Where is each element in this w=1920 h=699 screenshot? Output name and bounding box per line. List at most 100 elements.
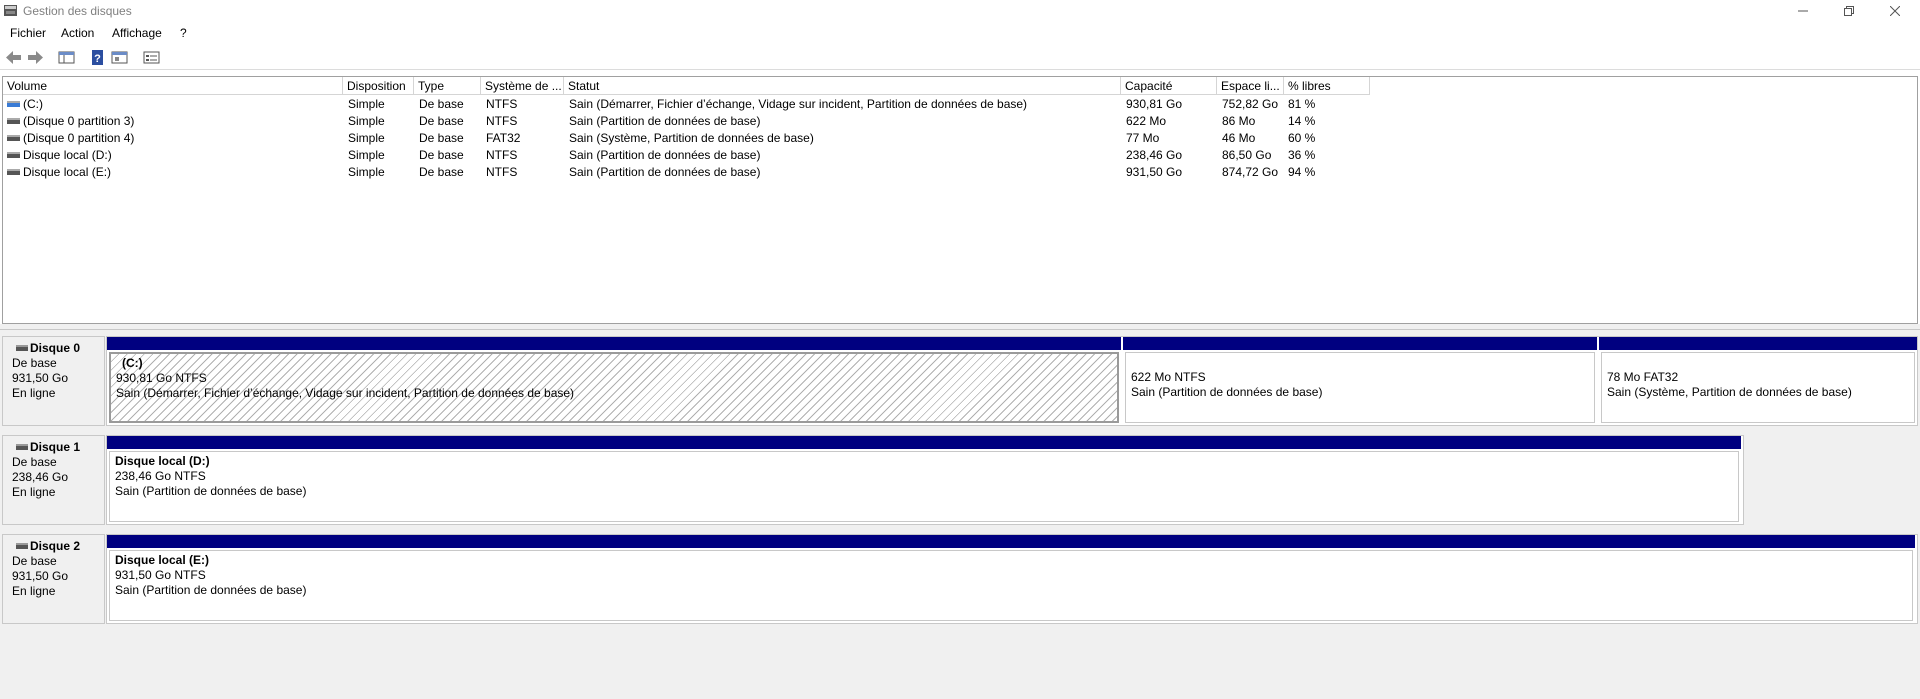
partition-disk0-3[interactable]: 622 Mo NTFS Sain (Partition de données d… <box>1123 337 1597 425</box>
cell-status: Sain (Partition de données de base) <box>569 148 761 162</box>
table-row[interactable]: Disque local (D:) Simple De base NTFS Sain (… <box>3 147 1383 164</box>
cell-volume: (Disque 0 partition 4) <box>23 131 135 145</box>
cell-fs: NTFS <box>486 114 518 128</box>
cell-status: Sain (Système, Partition de données de b… <box>569 131 814 145</box>
cell-pct: 60 % <box>1288 131 1316 145</box>
cell-free: 874,72 Go <box>1222 165 1279 179</box>
partition-bar <box>107 535 1915 548</box>
cell-volume: Disque local (E:) <box>23 165 112 179</box>
disk-0-label[interactable]: Disque 0 De base 931,50 Go En ligne <box>2 336 105 426</box>
volume-icon <box>7 169 20 175</box>
back-arrow-icon[interactable] <box>5 50 22 65</box>
column-header-percent-free[interactable]: % libres <box>1284 77 1370 95</box>
cell-disposition: Simple <box>348 114 385 128</box>
cell-type: De base <box>419 97 464 111</box>
cell-fs: NTFS <box>486 97 518 111</box>
cell-capacity: 238,46 Go <box>1126 148 1183 162</box>
disk-2-partitions: Disque local (E:) 931,50 Go NTFS Sain (P… <box>106 534 1918 624</box>
column-header-filesystem[interactable]: Système de ... <box>481 77 564 95</box>
cell-disposition: Simple <box>348 97 385 111</box>
cell-free: 46 Mo <box>1222 131 1256 145</box>
cell-type: De base <box>419 114 464 128</box>
partition-bar <box>1123 337 1597 350</box>
column-header-type[interactable]: Type <box>414 77 481 95</box>
disk-2-type: De base <box>12 554 57 568</box>
disk-1-name: Disque 1 <box>30 440 81 454</box>
menu-affichage[interactable]: Affichage <box>112 26 162 40</box>
partition-e[interactable]: Disque local (E:) 931,50 Go NTFS Sain (P… <box>107 535 1915 623</box>
cell-volume: (Disque 0 partition 3) <box>23 114 135 128</box>
restore-button[interactable] <box>1826 0 1872 22</box>
cell-capacity: 930,81 Go <box>1126 97 1183 111</box>
disk-2-label[interactable]: Disque 2 De base 931,50 Go En ligne <box>2 534 105 624</box>
column-header-disposition[interactable]: Disposition <box>343 77 414 95</box>
cell-volume: (C:) <box>23 97 43 111</box>
cell-capacity: 931,50 Go <box>1126 165 1183 179</box>
partition-label: Disque local (D:) <box>115 454 210 468</box>
table-row[interactable]: Disque local (E:) Simple De base NTFS Sain (… <box>3 164 1383 181</box>
disk-0-state: En ligne <box>12 386 56 400</box>
window-title: Gestion des disques <box>23 4 132 18</box>
disk-0-size: 931,50 Go <box>12 371 69 385</box>
partition-status: Sain (Démarrer, Fichier d’échange, Vidag… <box>116 386 575 400</box>
disk-0-partitions: (C:) 930,81 Go NTFS Sain (Démarrer, Fich… <box>106 336 1918 426</box>
partition-size: 78 Mo FAT32 <box>1607 370 1679 384</box>
menu-action[interactable]: Action <box>61 26 94 40</box>
settings-list-icon[interactable] <box>143 50 160 65</box>
partition-d[interactable]: Disque local (D:) 238,46 Go NTFS Sain (P… <box>107 436 1741 524</box>
cell-pct: 14 % <box>1288 114 1316 128</box>
cell-type: De base <box>419 165 464 179</box>
menu-fichier[interactable]: Fichier <box>10 26 46 40</box>
column-header-capacity[interactable]: Capacité <box>1121 77 1217 95</box>
disk-2-name: Disque 2 <box>30 539 81 553</box>
cell-capacity: 622 Mo <box>1126 114 1167 128</box>
restore-icon <box>1844 6 1854 16</box>
title-bar: Gestion des disques <box>0 0 1920 22</box>
table-row[interactable]: (C:) Simple De base NTFS Sain (Démarrer, Fic… <box>3 96 1383 113</box>
console-tree-icon[interactable] <box>58 50 75 65</box>
partition-bar <box>107 436 1741 449</box>
disk-2-state: En ligne <box>12 584 56 598</box>
minimize-button[interactable] <box>1780 0 1826 22</box>
menu-help[interactable]: ? <box>180 26 187 40</box>
close-button[interactable] <box>1872 0 1918 22</box>
table-row[interactable]: (Disque 0 partition 3) Simple De base NTFS S… <box>3 113 1383 130</box>
cell-type: De base <box>419 131 464 145</box>
disk-icon <box>16 345 28 351</box>
partition-size: 931,50 Go NTFS <box>115 568 206 582</box>
forward-arrow-icon[interactable] <box>27 50 44 65</box>
volume-icon <box>7 135 20 141</box>
toolbar: ? <box>0 46 1920 70</box>
cell-status: Sain (Partition de données de base) <box>569 114 761 128</box>
menu-bar: Fichier Action Affichage ? <box>0 23 1920 43</box>
volume-icon <box>7 118 20 124</box>
table-row[interactable]: (Disque 0 partition 4) Simple De base FAT32… <box>3 130 1383 147</box>
cell-disposition: Simple <box>348 148 385 162</box>
column-header-free-space[interactable]: Espace li... <box>1217 77 1284 95</box>
partition-bar <box>1599 337 1917 350</box>
properties-view-icon[interactable] <box>111 50 128 65</box>
partition-size: 238,46 Go NTFS <box>115 469 206 483</box>
disk-icon <box>16 543 28 549</box>
partition-status: Sain (Partition de données de base) <box>1131 385 1323 399</box>
partition-d-body: Disque local (D:) 238,46 Go NTFS Sain (P… <box>109 451 1739 522</box>
help-icon[interactable]: ? <box>89 50 106 65</box>
cell-pct: 36 % <box>1288 148 1316 162</box>
disk-1-label[interactable]: Disque 1 De base 238,46 Go En ligne <box>2 435 105 525</box>
partition-c[interactable]: (C:) 930,81 Go NTFS Sain (Démarrer, Fich… <box>107 337 1121 425</box>
partition-label: (C:) <box>122 356 143 370</box>
minimize-icon <box>1798 10 1808 12</box>
disk-0-type: De base <box>12 356 57 370</box>
disk-icon <box>16 444 28 450</box>
volume-icon <box>7 152 20 158</box>
partition-disk0-4[interactable]: 78 Mo FAT32 Sain (Système, Partition de … <box>1599 337 1917 425</box>
cell-type: De base <box>419 148 464 162</box>
blue-volume-icon <box>7 101 20 107</box>
column-header-volume[interactable]: Volume <box>3 77 343 95</box>
partition-size: 930,81 Go NTFS <box>116 371 207 385</box>
column-header-status[interactable]: Statut <box>564 77 1121 95</box>
cell-free: 86 Mo <box>1222 114 1256 128</box>
cell-status: Sain (Démarrer, Fichier d’échange, Vidag… <box>569 97 1028 111</box>
cell-status: Sain (Partition de données de base) <box>569 165 761 179</box>
close-icon <box>1890 6 1900 16</box>
